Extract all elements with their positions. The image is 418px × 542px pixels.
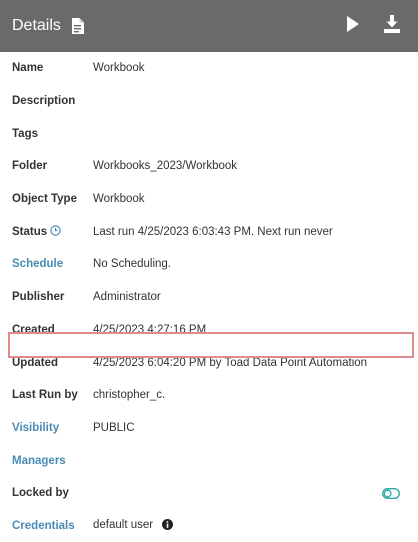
value-publisher: Administrator xyxy=(93,291,161,304)
play-icon[interactable] xyxy=(346,16,360,37)
row-status: Status Last run 4/25/2023 6:03:43 PM. Ne… xyxy=(0,215,418,248)
value-created: 4/25/2023 4:27:16 PM xyxy=(93,323,207,336)
row-credentials: Credentials default user xyxy=(0,510,418,542)
details-list: Name Workbook Description Tags Folder Wo… xyxy=(0,52,418,542)
schedule-link[interactable]: Schedule xyxy=(0,258,93,270)
label-folder: Folder xyxy=(12,160,48,173)
download-icon[interactable] xyxy=(384,15,400,38)
label-tags: Tags xyxy=(12,127,38,140)
row-schedule: Schedule No Scheduling. xyxy=(0,248,418,281)
info-icon[interactable] xyxy=(162,518,174,533)
label-status-group: Status xyxy=(0,225,93,239)
row-description: Description xyxy=(0,85,418,118)
credentials-link[interactable]: Credentials xyxy=(0,520,93,532)
visibility-link[interactable]: Visibility xyxy=(0,422,93,434)
details-header: Details xyxy=(0,0,418,52)
row-name: Name Workbook xyxy=(0,52,418,85)
value-updated: 4/25/2023 6:04:20 PM by Toad Data Point … xyxy=(93,356,368,369)
label-status: Status xyxy=(12,225,48,238)
row-visibility: Visibility PUBLIC xyxy=(0,412,418,445)
row-tags: Tags xyxy=(0,117,418,150)
header-title: Details xyxy=(12,17,61,34)
details-panel: Details Name Workbook Description Tags F… xyxy=(0,0,418,532)
label-updated: Updated xyxy=(12,356,58,369)
label-description: Description xyxy=(12,95,76,108)
label-object-type: Object Type xyxy=(12,193,77,206)
value-credentials: default user xyxy=(93,518,154,531)
value-schedule: No Scheduling. xyxy=(93,258,171,271)
value-folder: Workbooks_2023/Workbook xyxy=(93,160,238,173)
value-name: Workbook xyxy=(93,62,145,75)
row-locked-by: Locked by xyxy=(0,477,418,510)
lock-toggle[interactable] xyxy=(382,486,400,504)
value-credentials-group: default user xyxy=(93,518,174,533)
row-object-type: Object Type Workbook xyxy=(0,183,418,216)
value-visibility: PUBLIC xyxy=(93,421,135,434)
document-icon[interactable] xyxy=(71,18,84,34)
label-name: Name xyxy=(12,62,44,75)
label-publisher: Publisher xyxy=(12,291,65,304)
row-folder: Folder Workbooks_2023/Workbook xyxy=(0,150,418,183)
row-last-run-by: Last Run by christopher_c. xyxy=(0,379,418,412)
row-publisher: Publisher Administrator xyxy=(0,281,418,314)
value-object-type: Workbook xyxy=(93,193,145,206)
row-created: Created 4/25/2023 4:27:16 PM xyxy=(0,314,418,347)
label-locked-by: Locked by xyxy=(12,487,69,500)
value-status: Last run 4/25/2023 6:03:43 PM. Next run … xyxy=(93,225,333,238)
row-updated: Updated 4/25/2023 6:04:20 PM by Toad Dat… xyxy=(0,346,418,379)
label-created: Created xyxy=(12,323,55,336)
value-last-run-by: christopher_c. xyxy=(93,389,166,402)
clock-icon[interactable] xyxy=(50,225,61,239)
label-last-run-by: Last Run by xyxy=(12,389,78,402)
